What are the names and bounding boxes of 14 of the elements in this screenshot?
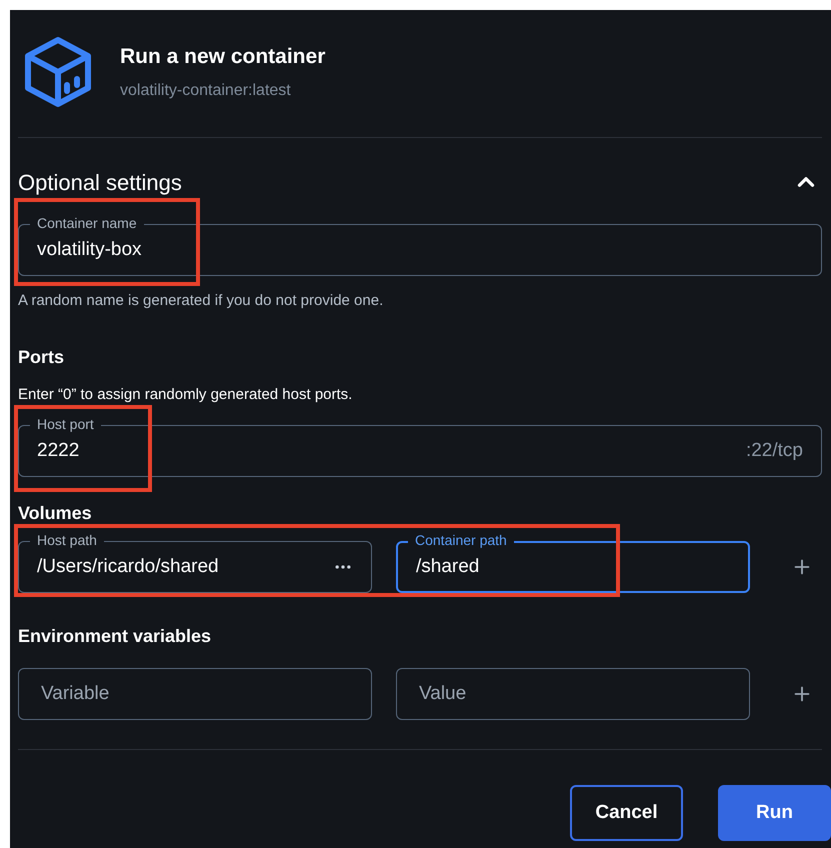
- section-heading: Environment variables: [18, 625, 212, 648]
- helper-text: A random name is generated if you do not provide one.: [18, 291, 384, 311]
- image-name: volatility-container:latest: [120, 80, 292, 101]
- cancel-button[interactable]: Cancel: [570, 785, 683, 841]
- run-button[interactable]: Run: [718, 785, 831, 841]
- input-field[interactable]: Value: [396, 668, 750, 720]
- input-field[interactable]: Variable: [18, 668, 372, 720]
- section-heading: Ports: [18, 346, 66, 368]
- hint-text: Enter “0” to assign randomly generated host ports.: [18, 384, 354, 404]
- dialog-title: Run a new container: [120, 44, 326, 70]
- section-heading: Volumes: [18, 502, 93, 525]
- port-suffix: :22/tcp: [746, 438, 803, 463]
- section-title: Optional settings: [18, 168, 182, 197]
- cube-icon: [22, 36, 94, 108]
